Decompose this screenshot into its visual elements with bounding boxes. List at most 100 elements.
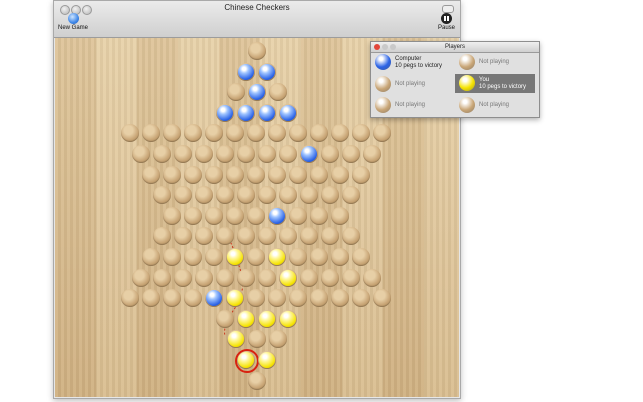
board-hole[interactable] [153, 145, 171, 163]
board-hole[interactable] [331, 248, 349, 266]
board-hole[interactable] [184, 165, 202, 184]
board-hole[interactable] [205, 248, 223, 266]
board-hole[interactable] [195, 268, 213, 287]
board-hole[interactable] [247, 248, 265, 266]
board-hole[interactable] [310, 206, 328, 225]
board-hole[interactable] [289, 165, 307, 184]
computer-peg[interactable] [259, 63, 275, 80]
board-hole[interactable] [184, 206, 202, 225]
board-hole[interactable] [226, 248, 244, 266]
board-hole[interactable] [363, 145, 381, 163]
board-hole[interactable] [216, 145, 234, 163]
board-hole[interactable] [237, 268, 255, 287]
player-peg[interactable] [227, 249, 243, 265]
board-hole[interactable] [205, 206, 223, 225]
player-peg[interactable] [259, 352, 275, 368]
board-hole[interactable] [279, 309, 297, 328]
board-hole[interactable] [163, 206, 181, 225]
computer-peg[interactable] [249, 84, 265, 101]
board-hole[interactable] [258, 103, 276, 122]
computer-peg[interactable] [206, 290, 222, 307]
player-slot[interactable]: Computer 10 pegs to victory [371, 53, 451, 72]
player-peg[interactable] [238, 310, 254, 327]
board-hole[interactable] [310, 165, 328, 184]
minimize-panel-button[interactable] [382, 44, 388, 50]
board-hole[interactable] [279, 145, 297, 163]
board-hole[interactable] [237, 145, 255, 163]
board-hole[interactable] [258, 268, 276, 287]
board-hole[interactable] [342, 268, 360, 287]
board-hole[interactable] [237, 62, 255, 81]
board-hole[interactable] [237, 103, 255, 122]
board-hole[interactable] [268, 248, 286, 266]
board-hole[interactable] [331, 165, 349, 184]
toolbar-toggle-button[interactable] [442, 5, 454, 13]
player-peg[interactable] [280, 269, 296, 286]
board-hole[interactable] [226, 206, 244, 225]
board-hole[interactable] [300, 268, 318, 287]
player-slot[interactable]: Not playing [455, 53, 535, 72]
board-hole[interactable] [321, 145, 339, 163]
computer-peg[interactable] [238, 63, 254, 80]
board-hole[interactable] [258, 62, 276, 81]
board-hole[interactable] [226, 165, 244, 184]
player-peg[interactable] [269, 249, 285, 265]
board-hole[interactable] [247, 206, 265, 225]
board-hole[interactable] [205, 165, 223, 184]
board-hole[interactable] [235, 349, 259, 373]
board-hole[interactable] [184, 248, 202, 266]
player-slot[interactable]: Not playing [371, 96, 451, 115]
board-hole[interactable] [342, 145, 360, 163]
board-hole[interactable] [352, 165, 370, 184]
player-slot[interactable]: Not playing [455, 96, 535, 115]
board-hole[interactable] [352, 248, 370, 266]
computer-peg[interactable] [259, 104, 275, 121]
board-hole[interactable] [331, 206, 349, 225]
board-hole[interactable] [279, 268, 297, 287]
board-hole[interactable] [258, 145, 276, 163]
board-hole[interactable] [195, 145, 213, 163]
close-panel-button[interactable] [374, 44, 380, 50]
player-slot[interactable]: You 10 pegs to victory [455, 74, 535, 93]
board-hole[interactable] [248, 42, 266, 60]
board-hole[interactable] [289, 248, 307, 266]
computer-peg[interactable] [269, 207, 285, 224]
board-hole[interactable] [258, 309, 276, 328]
player-peg[interactable] [227, 290, 243, 307]
board-hole[interactable] [142, 165, 160, 184]
player-peg[interactable] [259, 310, 275, 327]
board-hole[interactable] [163, 248, 181, 266]
board-hole[interactable] [174, 145, 192, 163]
board-hole[interactable] [163, 165, 181, 184]
board-hole[interactable] [153, 268, 171, 287]
board-hole[interactable] [363, 268, 381, 287]
computer-peg[interactable] [217, 104, 233, 121]
board-hole[interactable] [142, 248, 160, 266]
board-hole[interactable] [268, 165, 286, 184]
board-hole[interactable] [216, 268, 234, 287]
board-hole[interactable] [216, 103, 234, 122]
board-hole[interactable] [216, 309, 234, 328]
board-hole[interactable] [237, 309, 255, 328]
board-hole[interactable] [289, 206, 307, 225]
player-slot[interactable]: Not playing [371, 75, 451, 94]
board-hole[interactable] [310, 248, 328, 266]
player-peg[interactable] [280, 310, 296, 327]
board-hole[interactable] [258, 351, 276, 369]
board-hole[interactable] [279, 103, 297, 122]
computer-peg[interactable] [238, 104, 254, 121]
board-hole[interactable] [132, 145, 150, 163]
computer-peg[interactable] [301, 146, 317, 162]
new-game-button[interactable]: New Game [58, 13, 88, 31]
board-hole[interactable] [247, 165, 265, 184]
board-hole[interactable] [248, 371, 266, 390]
computer-peg[interactable] [280, 104, 296, 121]
zoom-panel-button[interactable] [390, 44, 396, 50]
pause-button[interactable]: Pause [438, 13, 455, 31]
board-hole[interactable] [321, 268, 339, 287]
board-hole[interactable] [268, 206, 286, 225]
board-hole[interactable] [174, 268, 192, 287]
player-peg[interactable] [228, 331, 244, 348]
board-hole[interactable] [132, 268, 150, 287]
board-hole[interactable] [300, 145, 318, 163]
